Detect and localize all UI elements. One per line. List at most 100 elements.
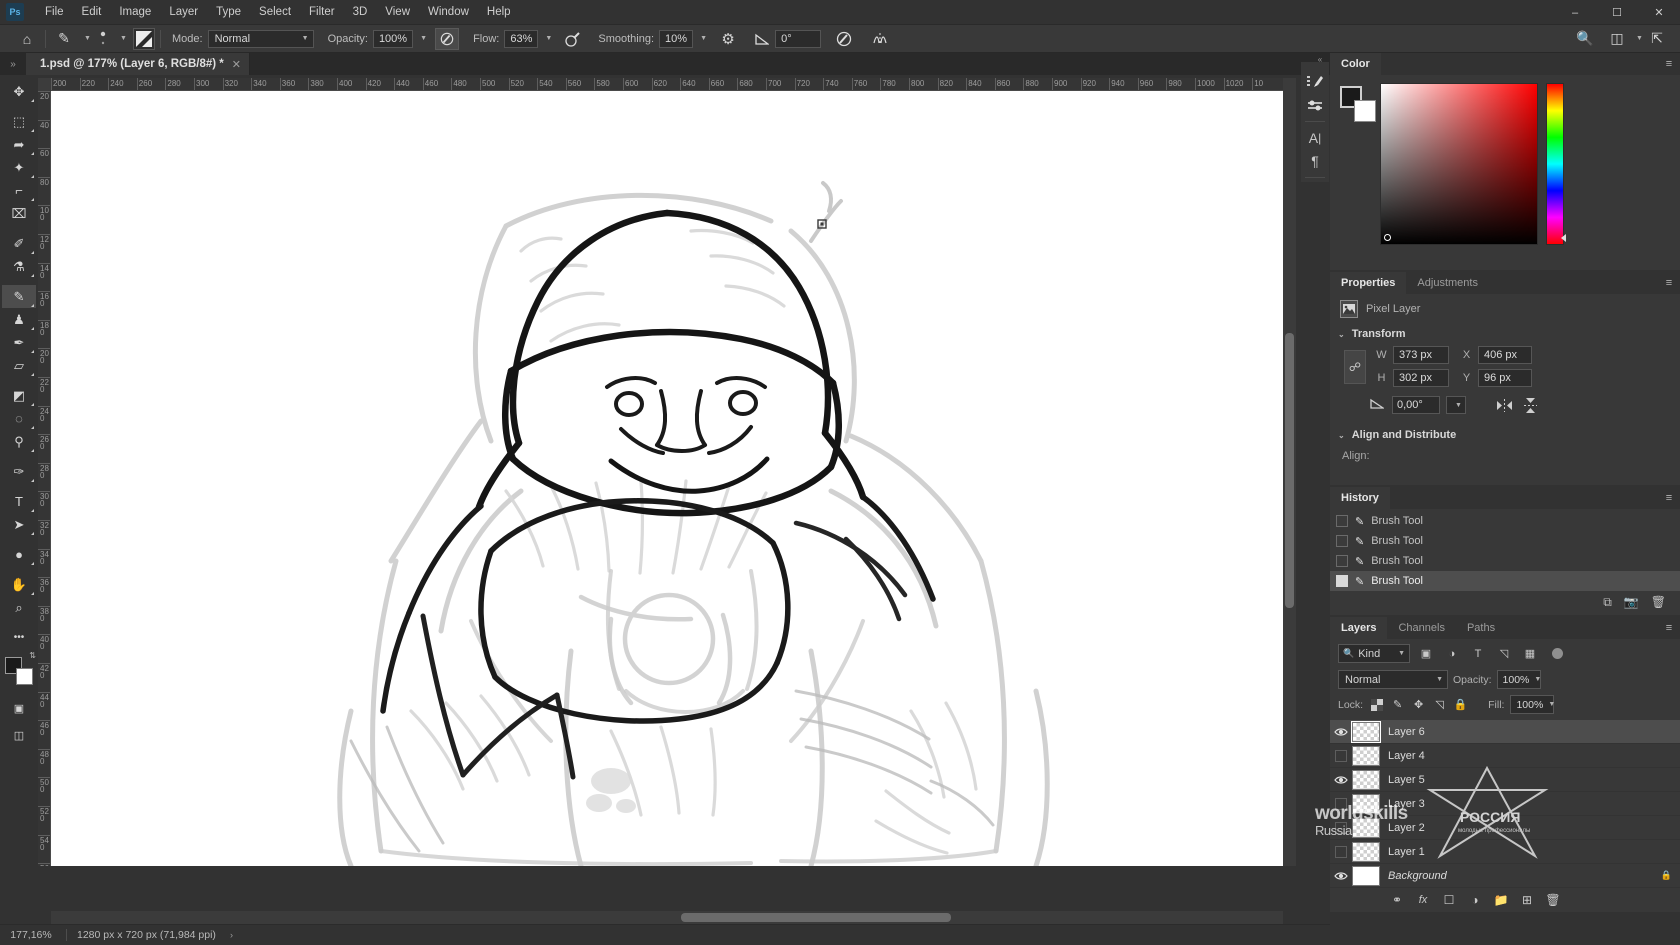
- character-icon[interactable]: A |: [1302, 126, 1328, 150]
- ellipse-tool[interactable]: ●: [2, 543, 36, 566]
- chevron-down-icon-2[interactable]: ▼: [113, 27, 129, 51]
- pen-tool[interactable]: ✑: [2, 460, 36, 483]
- filter-toggle-switch[interactable]: [1552, 648, 1563, 659]
- tab-channels[interactable]: Channels: [1387, 617, 1456, 639]
- layer-row[interactable]: Layer 1: [1330, 840, 1680, 864]
- layer-blend-mode-select[interactable]: Normal ▼: [1338, 670, 1448, 689]
- symmetry-icon[interactable]: [867, 27, 893, 51]
- lock-transparent-pixels-icon[interactable]: [1369, 697, 1384, 712]
- color-swatches[interactable]: ⇅: [2, 651, 36, 689]
- filter-adjustment-icon[interactable]: ◑: [1442, 644, 1462, 663]
- layer-style-icon[interactable]: fx: [1410, 888, 1436, 912]
- blend-mode-select[interactable]: Normal ▼: [207, 29, 314, 48]
- share-icon[interactable]: ⇱: [1644, 27, 1670, 51]
- screen-mode-icon[interactable]: ◫: [2, 724, 36, 747]
- layer-row[interactable]: Background 🔒: [1330, 864, 1680, 888]
- flow-chevron-icon[interactable]: ▼: [538, 27, 554, 51]
- angle-input[interactable]: 0°: [775, 29, 822, 48]
- panel-menu-icon[interactable]: ≡: [1658, 272, 1680, 294]
- layer-visibility-toggle[interactable]: [1330, 720, 1352, 744]
- collapse-panels-icon[interactable]: »: [0, 53, 26, 75]
- edit-toolbar-tool[interactable]: •••: [2, 626, 36, 649]
- tab-history[interactable]: History: [1330, 487, 1390, 509]
- vertical-ruler[interactable]: 20 40 60 80 100 120 140 160 180 200 220 240 260 280 30…: [38, 91, 51, 866]
- close-icon[interactable]: ✕: [232, 58, 241, 71]
- document-canvas[interactable]: [51, 91, 1284, 866]
- smoothing-input[interactable]: 10%: [659, 29, 694, 48]
- layer-thumbnail[interactable]: [1352, 865, 1380, 886]
- new-document-from-state-icon[interactable]: ⧉: [1603, 595, 1612, 610]
- workspace-chevron-icon[interactable]: ▼: [1630, 27, 1644, 51]
- height-input[interactable]: 302 px: [1393, 369, 1449, 387]
- frame-tool[interactable]: ⌧: [2, 202, 36, 225]
- adjustments-icon[interactable]: [1302, 94, 1328, 118]
- filter-kind-select[interactable]: 🔍 Kind ▼: [1338, 644, 1410, 663]
- menu-item-view[interactable]: View: [376, 2, 419, 22]
- swap-colors-icon[interactable]: ⇅: [29, 651, 36, 660]
- hand-tool[interactable]: ✋: [2, 573, 36, 596]
- layer-row[interactable]: Layer 3: [1330, 792, 1680, 816]
- menu-item-image[interactable]: Image: [110, 2, 160, 22]
- layer-fill-input[interactable]: 100% ▼: [1510, 695, 1555, 714]
- filter-type-icon[interactable]: T: [1468, 644, 1488, 663]
- smoothing-chevron-icon[interactable]: ▼: [693, 27, 709, 51]
- menu-item-3d[interactable]: 3D: [344, 2, 377, 22]
- tab-layers[interactable]: Layers: [1330, 617, 1388, 639]
- search-icon[interactable]: 🔍: [1572, 27, 1598, 51]
- minimize-button[interactable]: –: [1554, 0, 1596, 25]
- close-button[interactable]: ✕: [1638, 0, 1680, 25]
- menu-item-select[interactable]: Select: [250, 2, 300, 22]
- y-input[interactable]: 96 px: [1478, 369, 1532, 387]
- document-tab[interactable]: 1.psd @ 177% (Layer 6, RGB/8#) * ✕: [26, 53, 251, 75]
- panel-menu-icon[interactable]: ≡: [1658, 617, 1680, 639]
- flip-horizontal-icon[interactable]: [1494, 395, 1514, 415]
- history-snapshot-checkbox[interactable]: [1336, 555, 1348, 567]
- menu-item-help[interactable]: Help: [478, 2, 520, 22]
- layer-thumbnail[interactable]: [1352, 769, 1380, 790]
- flip-vertical-icon[interactable]: [1520, 395, 1540, 415]
- layer-row[interactable]: Layer 4: [1330, 744, 1680, 768]
- crop-tool[interactable]: ⌐: [2, 179, 36, 202]
- pressure-size-icon[interactable]: [831, 27, 857, 51]
- angle-input[interactable]: 0,00°: [1392, 396, 1440, 414]
- panel-menu-icon[interactable]: ≡: [1658, 53, 1680, 75]
- lasso-tool[interactable]: ➦: [2, 133, 36, 156]
- brush-tool[interactable]: ✎: [2, 285, 36, 308]
- airbrush-icon[interactable]: [560, 27, 586, 51]
- align-distribute-section-header[interactable]: ⌄ Align and Distribute: [1330, 423, 1680, 445]
- history-state-item[interactable]: ✎ Brush Tool: [1330, 571, 1680, 591]
- menu-item-window[interactable]: Window: [419, 2, 478, 22]
- flow-input[interactable]: 63%: [504, 29, 539, 48]
- hue-slider[interactable]: [1546, 83, 1566, 245]
- opacity-chevron-icon[interactable]: ▼: [413, 27, 429, 51]
- workspace-icon[interactable]: ◫: [1604, 27, 1630, 51]
- lock-all-icon[interactable]: 🔒: [1453, 697, 1468, 712]
- color-swatch-pair[interactable]: [1340, 86, 1376, 122]
- link-layers-icon[interactable]: ⚭: [1384, 888, 1410, 912]
- lock-position-icon[interactable]: ✥: [1411, 697, 1426, 712]
- lock-artboard-nesting-icon[interactable]: ◹: [1432, 697, 1447, 712]
- chevron-down-icon[interactable]: ▼: [77, 27, 93, 51]
- canvas-vertical-scrollbar[interactable]: [1283, 78, 1296, 866]
- panel-menu-icon[interactable]: ≡: [1658, 487, 1680, 509]
- layer-thumbnail[interactable]: [1352, 745, 1380, 766]
- opacity-input[interactable]: 100%: [372, 29, 414, 48]
- background-color-swatch[interactable]: [16, 668, 33, 685]
- canvas-horizontal-scrollbar[interactable]: [51, 911, 1283, 924]
- layer-visibility-toggle[interactable]: [1330, 744, 1352, 768]
- history-snapshot-checkbox[interactable]: [1336, 575, 1348, 587]
- dodge-tool[interactable]: ⚲: [2, 430, 36, 453]
- layer-opacity-input[interactable]: 100% ▼: [1496, 670, 1541, 689]
- rectangular-marquee-tool[interactable]: ⬚: [2, 110, 36, 133]
- path-selection-tool[interactable]: ➤: [2, 513, 36, 536]
- history-snapshot-checkbox[interactable]: [1336, 515, 1348, 527]
- tab-properties[interactable]: Properties: [1330, 272, 1407, 294]
- layer-row[interactable]: Layer 5: [1330, 768, 1680, 792]
- home-icon[interactable]: ⌂: [14, 27, 40, 51]
- layer-visibility-toggle[interactable]: [1330, 816, 1352, 840]
- delete-state-icon[interactable]: 🗑: [1651, 595, 1666, 610]
- history-state-item[interactable]: ✎ Brush Tool: [1330, 511, 1680, 531]
- new-fill-adjustment-layer-icon[interactable]: ◑: [1462, 888, 1488, 912]
- layer-thumbnail[interactable]: [1352, 793, 1380, 814]
- history-brush-tool[interactable]: ✒: [2, 331, 36, 354]
